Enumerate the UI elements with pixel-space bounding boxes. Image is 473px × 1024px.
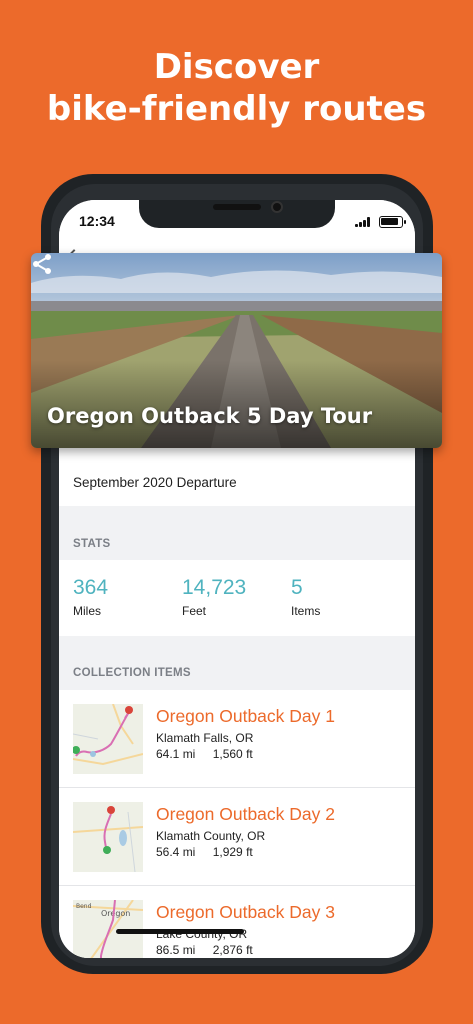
home-indicator	[116, 929, 244, 934]
signal-icon	[355, 217, 373, 227]
item-meta: 64.1 mi 1,560 ft	[156, 747, 253, 761]
item-meta: 56.4 mi 1,929 ft	[156, 845, 253, 859]
stat-value: 14,723	[182, 576, 247, 599]
collection-section-label: COLLECTION ITEMS	[73, 667, 191, 679]
stat-unit: Miles	[73, 604, 102, 618]
map-town-label: Oregon	[101, 909, 130, 918]
item-elevation: 1,560 ft	[212, 747, 253, 761]
stats-panel: 364 Miles 14,723 Feet 5 Items	[59, 560, 415, 636]
collection-item-day-3[interactable]: Bend Oregon Oregon Outback Day 3 Lake Co…	[59, 886, 415, 958]
stat-items: 5 Items	[291, 576, 320, 618]
route-map-thumbnail	[73, 802, 143, 872]
hero-card[interactable]: Oregon Outback 5 Day Tour	[31, 253, 442, 448]
collection-item-day-1[interactable]: Oregon Outback Day 1 Klamath Falls, OR 6…	[59, 690, 415, 788]
speaker	[213, 204, 261, 210]
share-icon[interactable]	[31, 253, 53, 275]
stat-value: 5	[291, 576, 303, 599]
headline: Discover bike-friendly routes	[0, 46, 473, 130]
map-town-label: Bend	[76, 903, 92, 910]
item-title: Oregon Outback Day 3	[156, 902, 335, 922]
stat-miles: 364 Miles	[73, 576, 108, 618]
item-title: Oregon Outback Day 1	[156, 706, 335, 726]
departure-text: September 2020 Departure	[73, 475, 237, 490]
headline-line-1: Discover	[153, 47, 320, 87]
stat-feet: 14,723 Feet	[182, 576, 246, 618]
item-location: Klamath County, OR	[156, 829, 266, 843]
item-distance: 64.1 mi	[156, 747, 196, 761]
hero-title: Oregon Outback 5 Day Tour	[47, 404, 373, 428]
stat-unit: Items	[291, 604, 321, 618]
item-distance: 86.5 mi	[156, 943, 196, 957]
departure-row: September 2020 Departure	[59, 440, 415, 506]
item-distance: 56.4 mi	[156, 845, 196, 859]
status-time: 12:34	[79, 213, 115, 229]
headline-line-2: bike-friendly routes	[46, 89, 427, 129]
status-bar: 12:34	[59, 200, 415, 250]
camera	[271, 201, 283, 213]
item-elevation: 2,876 ft	[212, 943, 253, 957]
item-elevation: 1,929 ft	[212, 845, 253, 859]
stats-section-label: STATS	[73, 538, 111, 550]
notch	[139, 200, 335, 228]
item-location: Klamath Falls, OR	[156, 731, 254, 745]
item-title: Oregon Outback Day 2	[156, 804, 335, 824]
stat-unit: Feet	[182, 604, 207, 618]
collection-list: Oregon Outback Day 1 Klamath Falls, OR 6…	[59, 690, 415, 958]
collection-item-day-2[interactable]: Oregon Outback Day 2 Klamath County, OR …	[59, 788, 415, 886]
route-map-thumbnail	[73, 704, 143, 774]
battery-icon	[379, 216, 406, 228]
item-meta: 86.5 mi 2,876 ft	[156, 943, 253, 957]
stat-value: 364	[73, 576, 109, 599]
